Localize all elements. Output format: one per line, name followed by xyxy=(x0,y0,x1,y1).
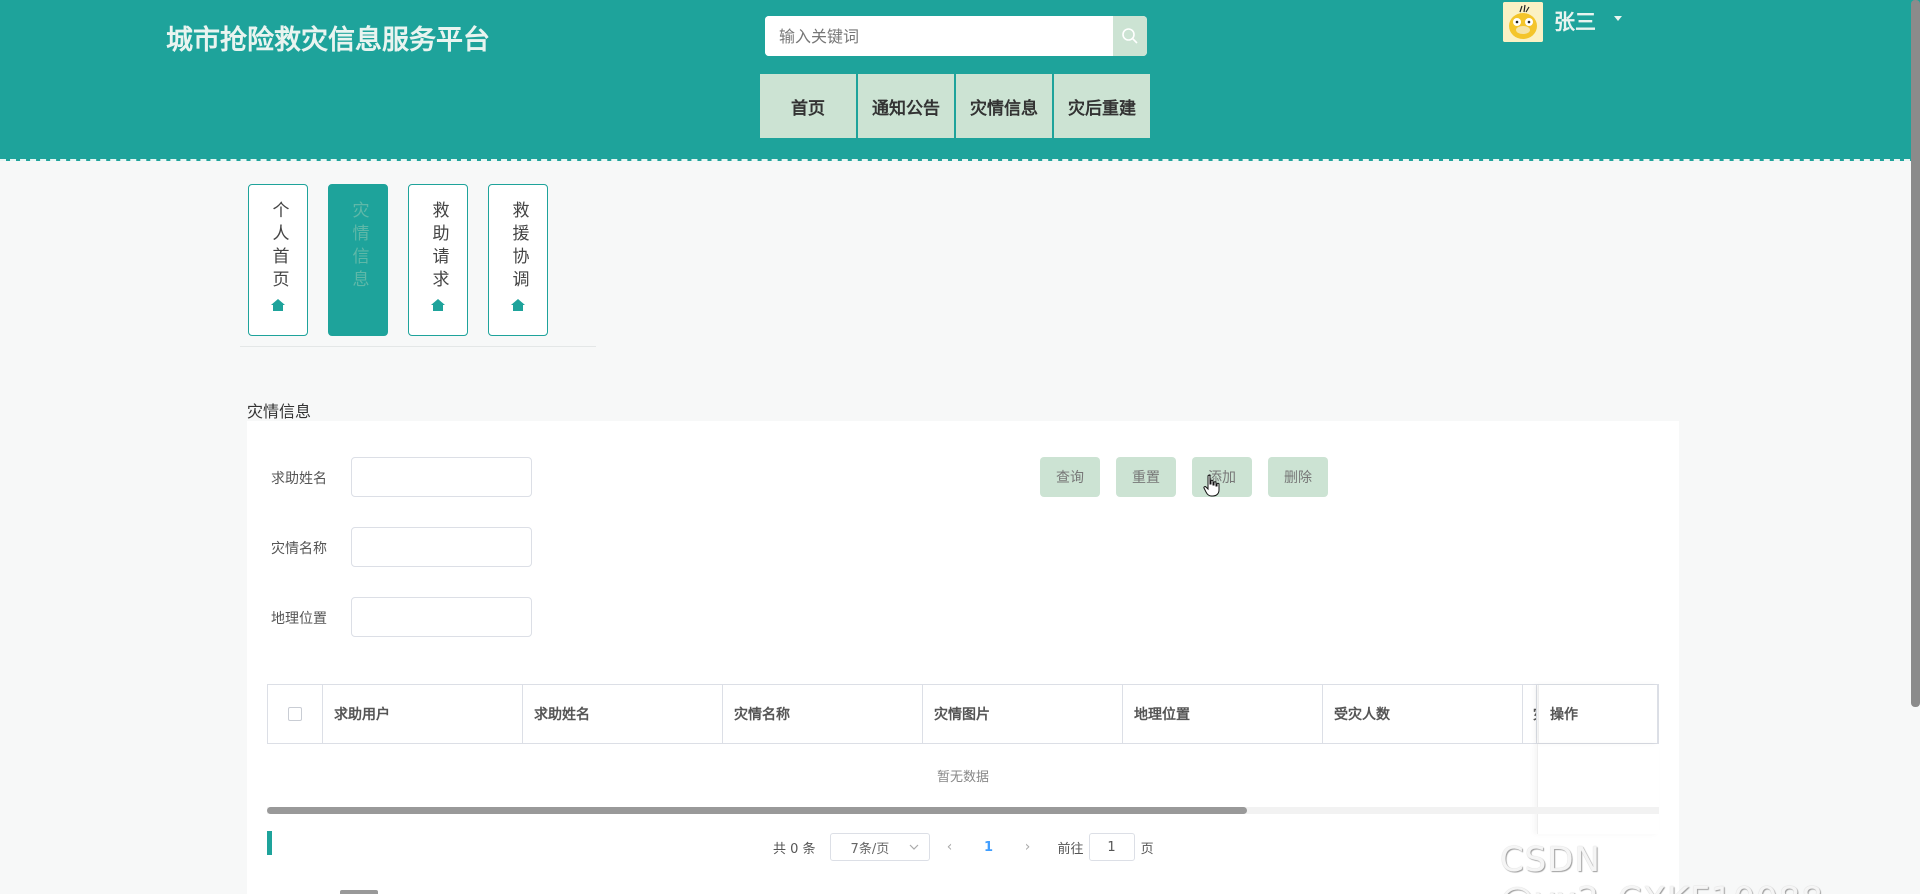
nav-item-reconstruction[interactable]: 灾后重建 xyxy=(1054,74,1150,138)
select-all-cell xyxy=(268,685,323,743)
page-size-select[interactable]: 7条/页 xyxy=(829,833,930,861)
chevron-down-icon xyxy=(909,844,918,850)
total-count: 共 0 条 xyxy=(773,841,816,857)
column-header[interactable]: 地理位置 xyxy=(1123,685,1323,743)
prev-page-button[interactable]: ‹ xyxy=(930,839,970,855)
empty-message: 暂无数据 xyxy=(936,769,989,785)
select-all-checkbox[interactable] xyxy=(288,707,302,721)
goto-suffix: 页 xyxy=(1140,841,1154,857)
house-icon xyxy=(511,299,525,311)
side-tabs: 个人首页 灾情信息 救助请求 救援协调 xyxy=(248,184,548,336)
search-input[interactable] xyxy=(765,16,1113,56)
column-header[interactable]: 灾情名称 xyxy=(723,685,923,743)
column-header[interactable]: 求助用户 xyxy=(323,685,523,743)
horizontal-scrollbar-thumb[interactable] xyxy=(267,807,1247,814)
side-tab-label: 灾情信息 xyxy=(348,201,369,293)
column-header[interactable]: 求助姓名 xyxy=(523,685,723,743)
caret-down-icon[interactable] xyxy=(1614,16,1622,21)
page-number[interactable]: 1 xyxy=(970,840,1008,855)
reset-button[interactable]: 重置 xyxy=(1116,457,1176,497)
psyduck-avatar-icon xyxy=(1503,2,1543,42)
disaster-name-label: 灾情名称 xyxy=(271,541,327,557)
column-header[interactable]: 灾情图片 xyxy=(923,685,1123,743)
watermark: CSDN @vx2_CXKF10088 xyxy=(1500,840,1823,894)
disaster-name-input[interactable] xyxy=(351,527,532,567)
side-tab-help-request[interactable]: 救助请求 xyxy=(408,184,468,336)
search-box xyxy=(765,16,1147,56)
goto-page-input[interactable] xyxy=(1088,833,1135,861)
query-button[interactable]: 查询 xyxy=(1040,457,1100,497)
pagination: 共 0 条 7条/页 ‹ 1 › 前往 页 xyxy=(773,833,1154,861)
location-input[interactable] xyxy=(351,597,532,637)
add-button[interactable]: 添加 xyxy=(1192,457,1252,497)
column-header[interactable]: 灾 xyxy=(1523,685,1537,743)
vertical-scrollbar-thumb[interactable] xyxy=(1911,0,1920,707)
search-button[interactable] xyxy=(1113,16,1147,56)
column-header[interactable]: 受灾人数 xyxy=(1323,685,1523,743)
section-title: 灾情信息 xyxy=(247,402,312,421)
content-panel: 求助姓名 灾情名称 地理位置 查询 重置 添加 删除 求助用户 求助姓名 灾情名… xyxy=(247,421,1679,894)
nav-item-notices[interactable]: 通知公告 xyxy=(858,74,954,138)
pager-accent xyxy=(267,831,272,855)
search-icon xyxy=(1122,28,1138,44)
side-tab-disaster-info[interactable]: 灾情信息 xyxy=(328,184,388,336)
fixed-column-shadow xyxy=(1537,744,1659,834)
page-size-value: 7条/页 xyxy=(850,841,890,857)
hand-cursor-icon xyxy=(1203,474,1220,497)
next-page-button[interactable]: › xyxy=(1008,839,1048,855)
username[interactable]: 张三 xyxy=(1554,6,1596,36)
delete-button[interactable]: 删除 xyxy=(1268,457,1328,497)
ops-column-header: 操作 xyxy=(1538,685,1658,743)
house-icon xyxy=(271,299,285,311)
nav-item-home[interactable]: 首页 xyxy=(760,74,856,138)
help-name-label: 求助姓名 xyxy=(271,471,327,487)
divider xyxy=(240,346,596,347)
side-tab-label: 个人首页 xyxy=(268,201,289,293)
avatar[interactable] xyxy=(1503,2,1543,42)
main-nav: 首页 通知公告 灾情信息 灾后重建 xyxy=(760,74,1150,138)
help-name-input[interactable] xyxy=(351,457,532,497)
side-tab-label: 救助请求 xyxy=(428,201,449,293)
site-title: 城市抢险救灾信息服务平台 xyxy=(166,25,490,56)
goto-label: 前往 xyxy=(1057,841,1084,857)
nav-item-disaster-info[interactable]: 灾情信息 xyxy=(956,74,1052,138)
side-tab-label: 救援协调 xyxy=(508,201,529,293)
side-tab-rescue-coordination[interactable]: 救援协调 xyxy=(488,184,548,336)
side-tab-profile[interactable]: 个人首页 xyxy=(248,184,308,336)
data-table-header: 求助用户 求助姓名 灾情名称 灾情图片 地理位置 受灾人数 灾 操作 xyxy=(267,684,1659,744)
location-label: 地理位置 xyxy=(271,611,327,627)
house-icon xyxy=(431,299,445,311)
partial-element xyxy=(340,890,378,894)
header-bar: 城市抢险救灾信息服务平台 张三 首页 通知公告 灾情信息 灾后重建 xyxy=(0,0,1920,161)
